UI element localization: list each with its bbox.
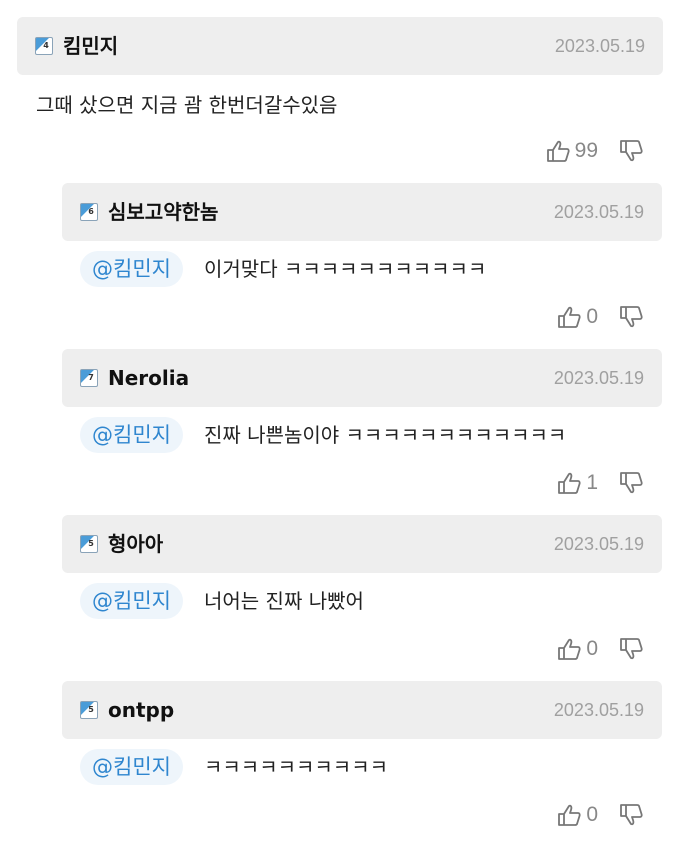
vote-bar: 0 — [556, 634, 644, 664]
thumbs-up-icon[interactable] — [556, 470, 582, 496]
like-count: 99 — [574, 139, 598, 162]
reply-header: 5 형아아 2023.05.19 — [62, 515, 662, 573]
like-count: 0 — [586, 803, 598, 826]
thumbs-up-icon[interactable] — [556, 802, 582, 828]
reply-text: ㅋㅋㅋㅋㅋㅋㅋㅋㅋㅋ — [204, 755, 388, 779]
mention-tag[interactable]: @킴민지 — [80, 583, 183, 619]
reply-text: 너어는 진짜 나빴어 — [204, 589, 364, 613]
level-badge-icon: 7 — [80, 369, 98, 387]
thumbs-down-icon[interactable] — [618, 636, 644, 662]
author-nickname[interactable]: ontpp — [108, 681, 174, 739]
thumbs-down-icon[interactable] — [618, 304, 644, 330]
vote-bar: 99 — [545, 136, 644, 166]
author-nickname[interactable]: 킴민지 — [63, 17, 118, 75]
mention-tag[interactable]: @킴민지 — [80, 749, 183, 785]
comment-text: 그때 샀으면 지금 괌 한번더갈수있음 — [36, 93, 338, 117]
thumbs-down-icon[interactable] — [618, 138, 644, 164]
vote-bar: 0 — [556, 302, 644, 332]
author-nickname[interactable]: 심보고약한놈 — [108, 183, 218, 241]
thumbs-up-icon[interactable] — [556, 304, 582, 330]
like-count: 1 — [586, 471, 598, 494]
level-badge-icon: 4 — [35, 37, 53, 55]
vote-bar: 0 — [556, 800, 644, 830]
level-badge-icon: 5 — [80, 701, 98, 719]
mention-tag[interactable]: @킴민지 — [80, 417, 183, 453]
reply-date: 2023.05.19 — [553, 368, 644, 388]
thumbs-up-icon[interactable] — [556, 636, 582, 662]
like-count: 0 — [586, 305, 598, 328]
reply-header: 5 ontpp 2023.05.19 — [62, 681, 662, 739]
level-badge-icon: 6 — [80, 203, 98, 221]
like-count: 0 — [586, 637, 598, 660]
reply-date: 2023.05.19 — [553, 202, 644, 222]
reply-date: 2023.05.19 — [553, 534, 644, 554]
reply-text: 이거맞다 ㅋㅋㅋㅋㅋㅋㅋㅋㅋㅋㅋ — [204, 257, 487, 281]
thumbs-up-icon[interactable] — [545, 138, 571, 164]
author-nickname[interactable]: 형아아 — [108, 515, 163, 573]
mention-tag[interactable]: @킴민지 — [80, 251, 183, 287]
comment-header: 4 킴민지 2023.05.19 — [17, 17, 663, 75]
level-badge-icon: 5 — [80, 535, 98, 553]
thumbs-down-icon[interactable] — [618, 802, 644, 828]
reply-date: 2023.05.19 — [553, 700, 644, 720]
reply-header: 6 심보고약한놈 2023.05.19 — [62, 183, 662, 241]
vote-bar: 1 — [556, 468, 644, 498]
thumbs-down-icon[interactable] — [618, 470, 644, 496]
reply-header: 7 Nerolia 2023.05.19 — [62, 349, 662, 407]
comment-date: 2023.05.19 — [554, 36, 645, 56]
reply-text: 진짜 나쁜놈이야 ㅋㅋㅋㅋㅋㅋㅋㅋㅋㅋㅋㅋ — [204, 423, 567, 447]
author-nickname[interactable]: Nerolia — [108, 349, 189, 407]
